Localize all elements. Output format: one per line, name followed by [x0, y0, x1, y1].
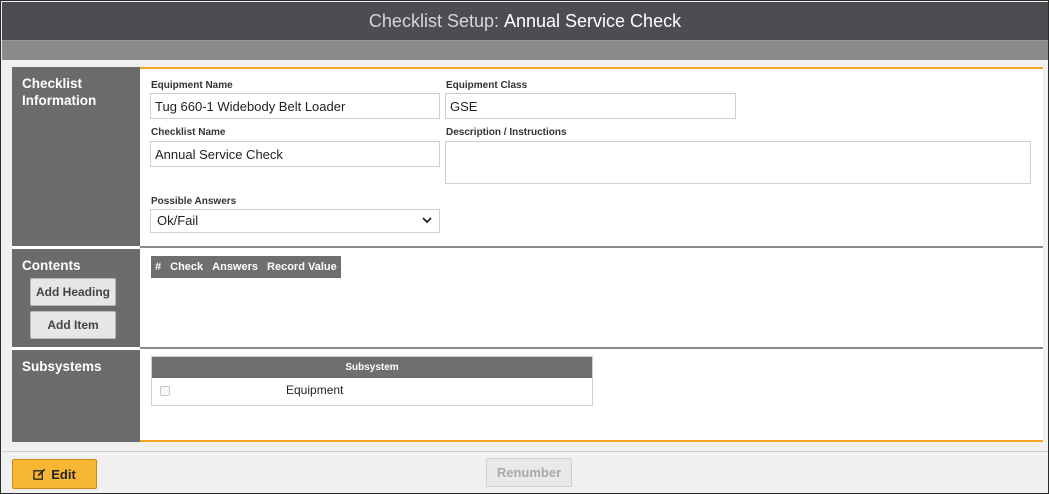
equipment-class-label: Equipment Class — [446, 80, 528, 91]
checklist-information-section: Checklist Information Equipment Name Tug… — [12, 67, 1043, 246]
checklist-name-field[interactable]: Annual Service Check — [150, 141, 440, 167]
possible-answers-selected: Ok/Fail — [157, 213, 199, 228]
subsystem-table: Subsystem Equipment — [151, 356, 593, 406]
add-heading-button[interactable]: Add Heading — [30, 278, 116, 306]
table-row: Equipment — [152, 378, 592, 405]
subsystem-checkbox[interactable] — [160, 386, 170, 396]
description-field[interactable] — [445, 141, 1031, 184]
possible-answers-label: Possible Answers — [151, 196, 237, 207]
possible-answers-select[interactable]: Ok/Fail — [150, 209, 440, 233]
equipment-name-label: Equipment Name — [151, 80, 233, 91]
add-item-button[interactable]: Add Item — [30, 311, 116, 339]
edit-button-label: Edit — [51, 466, 76, 482]
section-rule-contents — [140, 246, 1043, 248]
checklist-setup-window: Checklist Setup: Annual Service Check Ch… — [0, 0, 1049, 494]
edit-icon — [33, 468, 46, 480]
accent-line-bottom — [140, 440, 1043, 442]
subsystem-name: Equipment — [286, 383, 344, 397]
column-header-check: Check — [170, 261, 204, 273]
section-label-checklist-information: Checklist Information — [12, 67, 140, 246]
column-header-number: # — [155, 261, 162, 273]
section-rule-subsystems — [140, 347, 1043, 349]
subsystem-column-header: Subsystem — [152, 357, 592, 378]
title-prefix: Checklist Setup: — [368, 10, 499, 31]
column-header-answers: Answers — [212, 261, 259, 273]
chevron-down-icon — [422, 217, 432, 224]
toolbar-strip — [2, 40, 1048, 60]
equipment-class-field[interactable]: GSE — [445, 93, 736, 119]
description-label: Description / Instructions — [446, 127, 567, 138]
column-header-record-value: Record Value — [267, 261, 337, 273]
section-label-subsystems: Subsystems — [12, 350, 140, 442]
checklist-name-label: Checklist Name — [151, 127, 226, 138]
title-bar: Checklist Setup: Annual Service Check — [2, 2, 1048, 40]
footer-bar: Edit Renumber — [2, 451, 1048, 493]
contents-table-header: # Check Answers Record Value — [151, 256, 341, 278]
title-checklist-name: Annual Service Check — [503, 10, 682, 31]
equipment-name-field[interactable]: Tug 660-1 Widebody Belt Loader — [150, 93, 440, 119]
edit-button[interactable]: Edit — [12, 459, 97, 489]
renumber-button[interactable]: Renumber — [486, 458, 572, 487]
checklist-panel: Checklist Information Equipment Name Tug… — [12, 67, 1043, 442]
